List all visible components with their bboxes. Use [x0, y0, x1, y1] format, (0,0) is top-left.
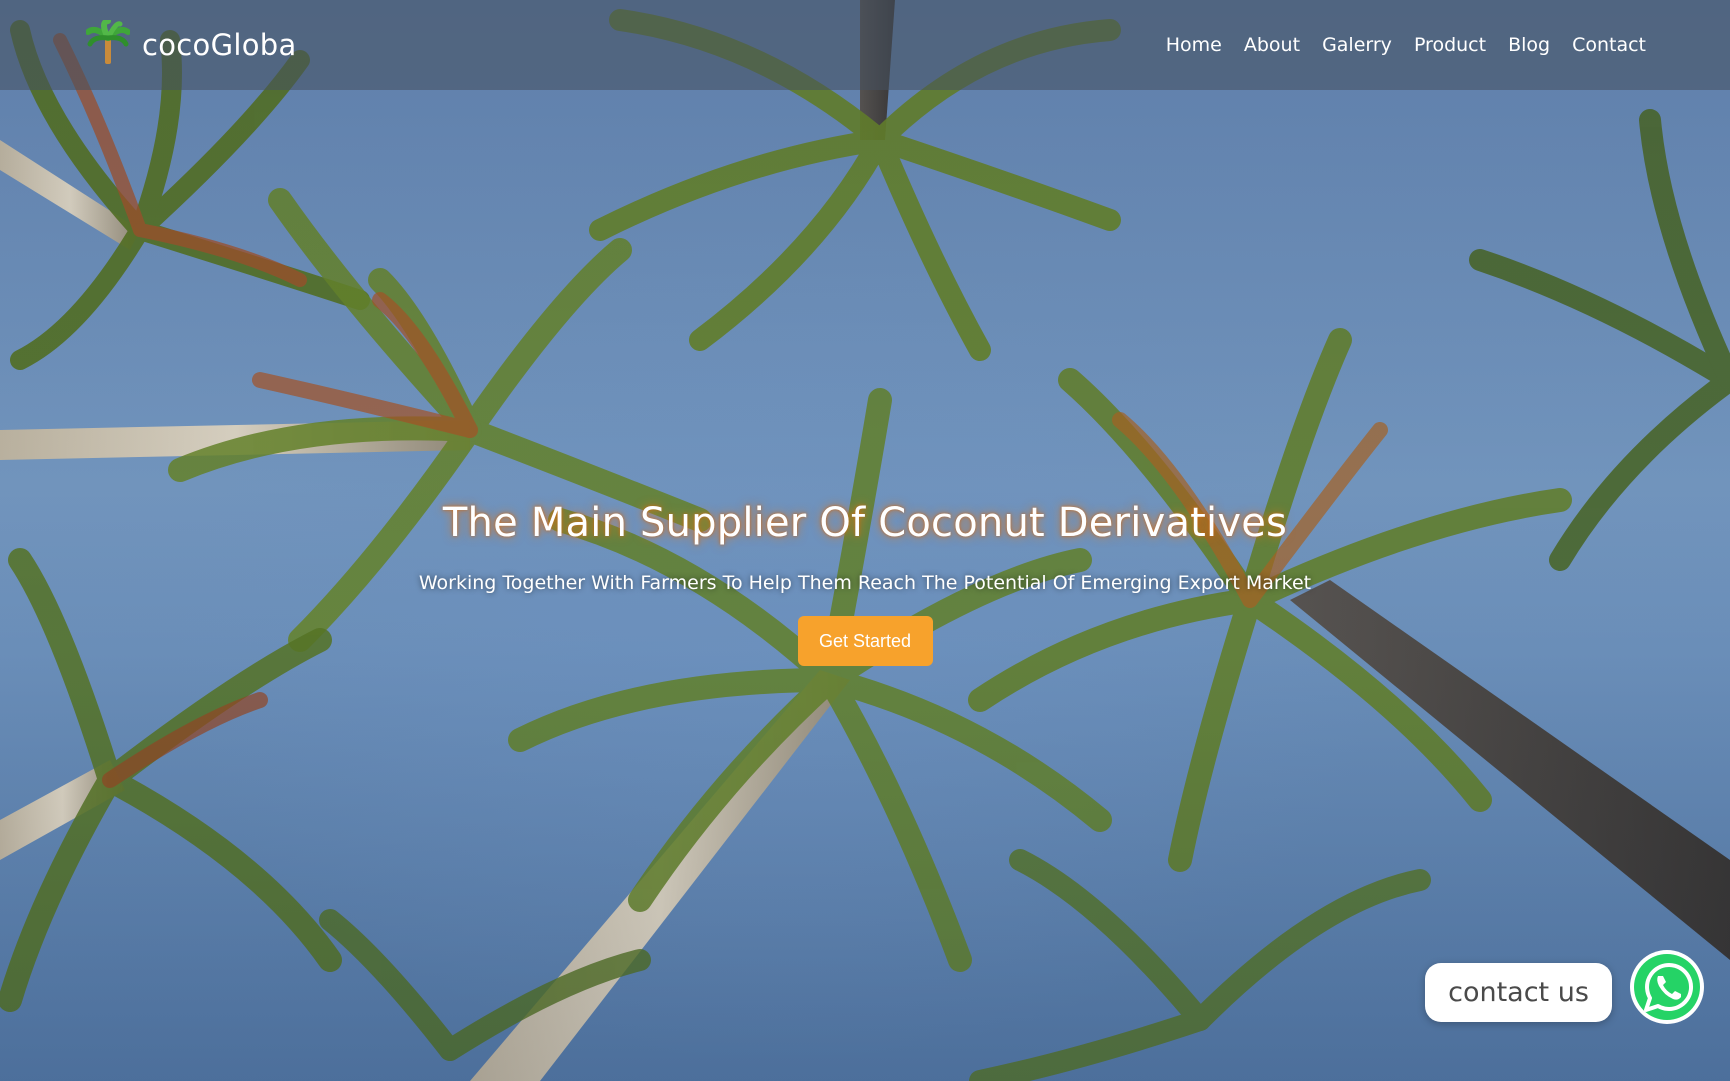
whatsapp-icon — [1630, 950, 1704, 1024]
nav-about-link[interactable]: About — [1244, 34, 1300, 56]
nav-galerry-link[interactable]: Galerry — [1322, 34, 1392, 56]
palm-tree-icon — [85, 18, 131, 70]
nav-blog-link[interactable]: Blog — [1508, 34, 1550, 56]
hero-title: The Main Supplier Of Coconut Derivatives — [442, 500, 1288, 546]
brand-logo[interactable]: cocoGloba — [85, 18, 297, 70]
contact-us-button[interactable]: contact us — [1425, 963, 1612, 1022]
hero-section: cocoGloba Home About Galerry Product Blo… — [0, 0, 1730, 1081]
contact-us-label: contact us — [1448, 977, 1589, 1008]
brand-name: cocoGloba — [142, 28, 297, 62]
site-header: cocoGloba Home About Galerry Product Blo… — [0, 0, 1730, 90]
get-started-button[interactable]: Get Started — [797, 616, 933, 666]
hero-content: The Main Supplier Of Coconut Derivatives… — [0, 500, 1730, 666]
whatsapp-button[interactable] — [1628, 948, 1706, 1026]
main-nav: Home About Galerry Product Blog Contact — [1166, 34, 1646, 56]
nav-product-link[interactable]: Product — [1414, 34, 1486, 56]
nav-home-link[interactable]: Home — [1166, 34, 1222, 56]
nav-contact-link[interactable]: Contact — [1572, 34, 1646, 56]
hero-subtitle: Working Together With Farmers To Help Th… — [418, 572, 1312, 594]
